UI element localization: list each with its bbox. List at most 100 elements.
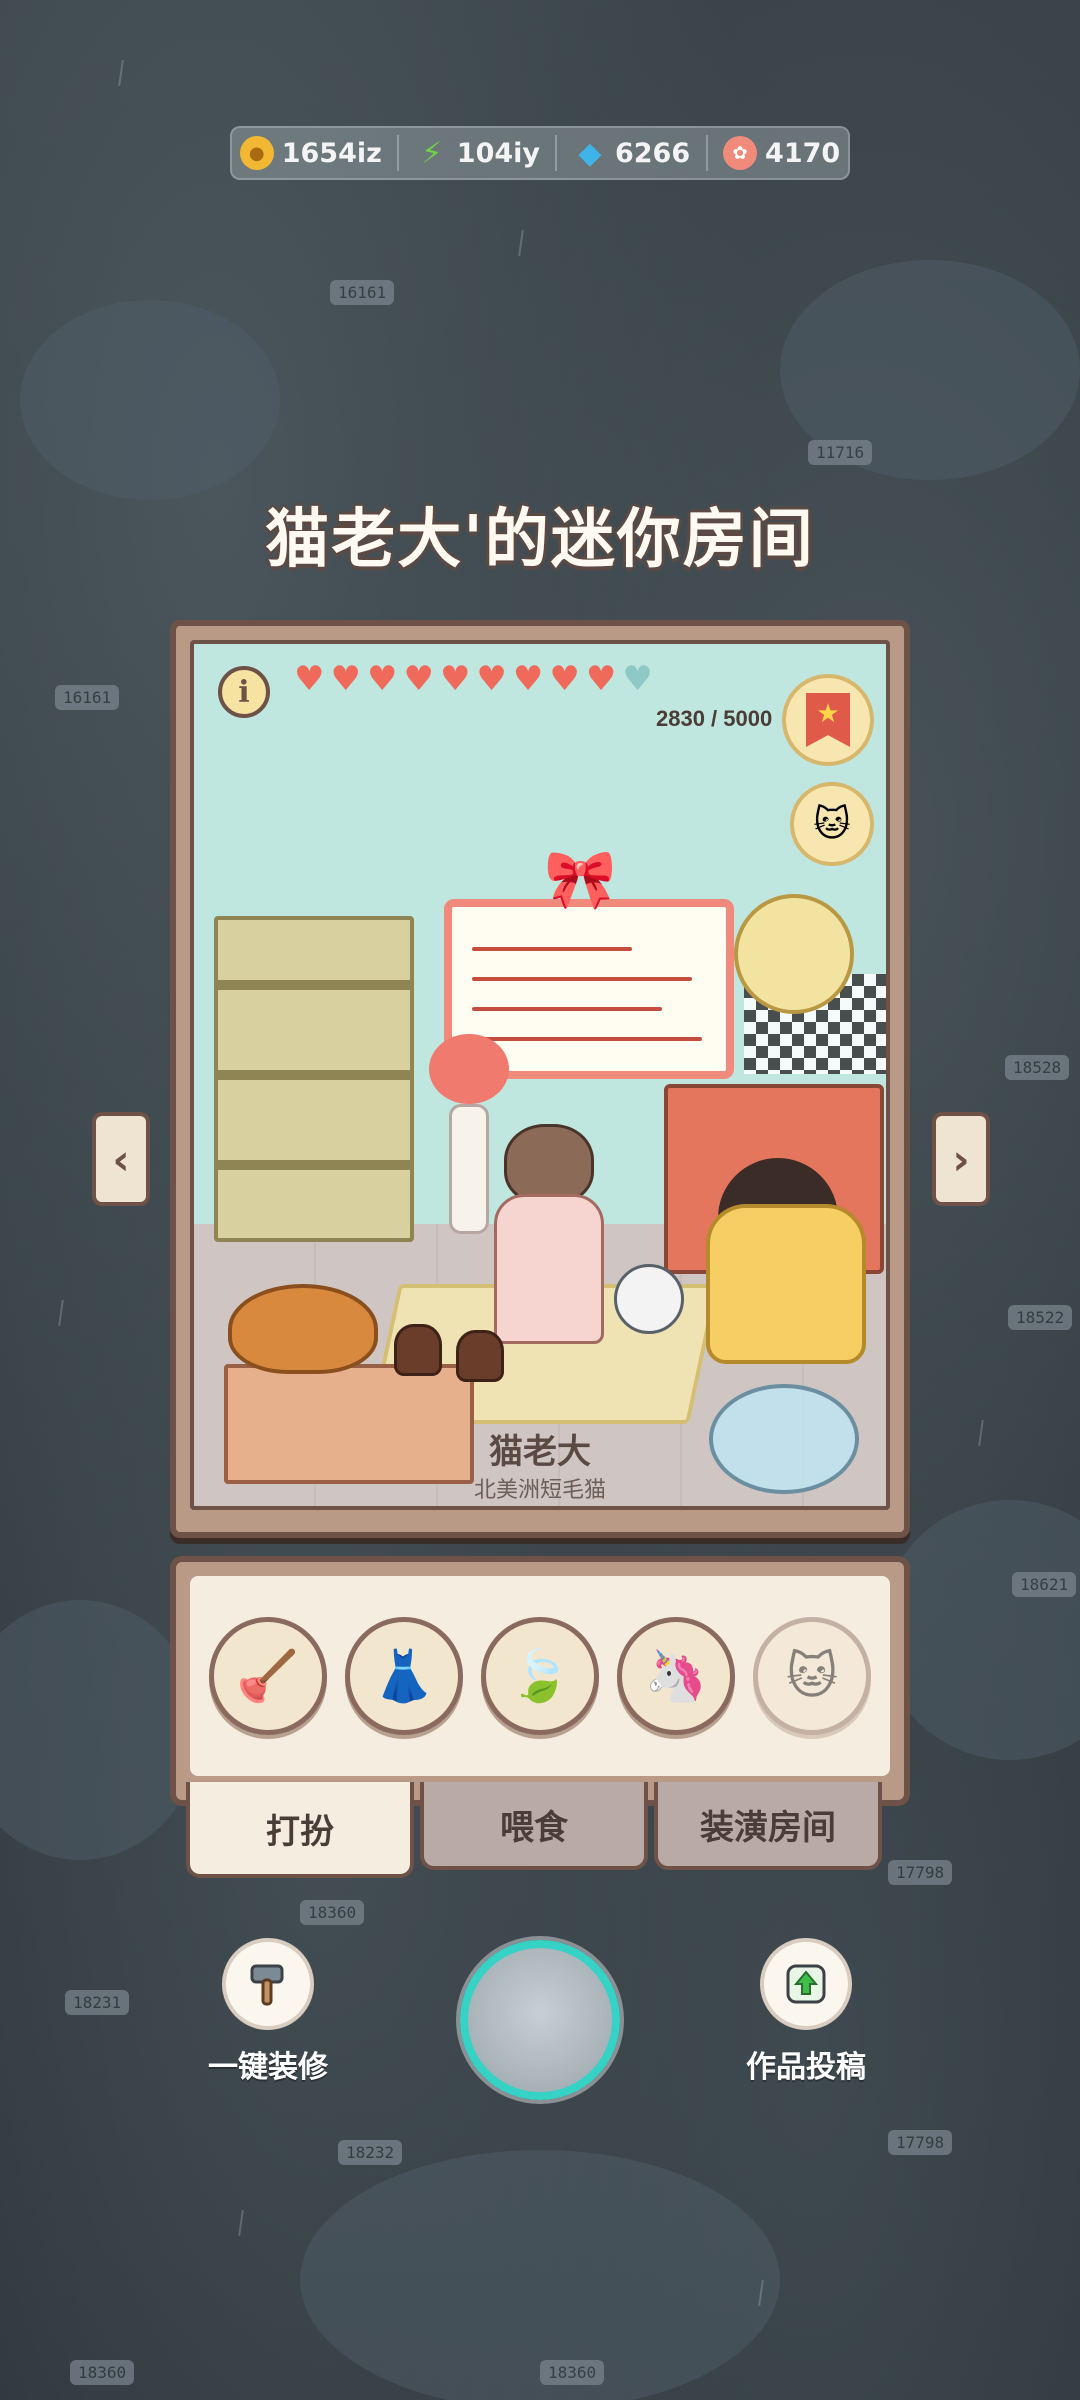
armchair: [706, 1204, 866, 1364]
info-icon: i: [238, 674, 250, 710]
item-slot[interactable]: 👗: [345, 1617, 463, 1735]
shell-value: 4170: [765, 137, 841, 169]
bg-sign: 18621: [1012, 1572, 1077, 1597]
one-click-decorate-button[interactable]: [222, 1938, 314, 2030]
tab-decorate-room[interactable]: 装潢房间: [654, 1782, 882, 1870]
hammer-icon: [250, 1964, 284, 2006]
bow-icon: 🎀: [544, 845, 617, 913]
cat-name: 猫老大: [489, 1432, 591, 1472]
bg-sign: 18232: [338, 2140, 403, 2165]
divider: [555, 135, 558, 171]
heart-icon: ♥: [549, 659, 580, 699]
heart-icon: ♥: [294, 659, 325, 699]
bookmark-star-icon: ★: [806, 693, 850, 747]
next-room-button[interactable]: ›: [932, 1112, 990, 1206]
heart-icon: ♥: [403, 659, 434, 699]
item-slot[interactable]: 🦄: [617, 1617, 735, 1735]
cat-head: [504, 1124, 594, 1204]
currency-coin[interactable]: ● 1654iz: [239, 136, 382, 170]
shell-icon: ✿: [723, 136, 758, 170]
bg-sign: 18360: [540, 2360, 605, 2385]
lightning-icon: ⚡: [421, 135, 443, 171]
heart-icon: ♥: [439, 659, 471, 699]
room-title: 猫老大'的迷你房间: [265, 503, 815, 577]
rose-flower: [429, 1034, 509, 1104]
room-scene[interactable]: 🎀 ♥♥♥♥♥♥♥♥♥♥ i 2830 / 5000 ★ 🐱: [190, 640, 890, 1510]
energy-value: 104iy: [456, 137, 541, 169]
kitchen-shelf: [214, 916, 414, 1242]
heart-icon: ♥: [622, 659, 653, 699]
bookmark-button[interactable]: ★: [782, 674, 874, 766]
cat-character[interactable]: [494, 1124, 604, 1354]
muffin: [394, 1324, 442, 1376]
one-click-decorate-action[interactable]: 一键装修: [208, 1938, 328, 2086]
previous-room-button[interactable]: ‹: [92, 1112, 150, 1206]
vase: [449, 1104, 489, 1234]
bg-sign: 11716: [808, 440, 873, 465]
tab-feed[interactable]: 喂食: [420, 1782, 648, 1870]
currency-shell[interactable]: ✿ 4170: [723, 136, 840, 170]
menu-line: [472, 1007, 662, 1011]
cat-dress: [494, 1194, 604, 1344]
chevron-left-icon: ‹: [112, 1134, 130, 1184]
gem-icon: ◆: [578, 135, 602, 171]
currency-bar: ● 1654iz ⚡ 104iy ◆ 6266 ✿ 4170: [230, 126, 850, 180]
menu-line: [472, 977, 692, 981]
divider: [705, 135, 708, 171]
item-slot[interactable]: 🪠: [209, 1617, 327, 1735]
item-slot[interactable]: 🍃: [481, 1617, 599, 1735]
info-button[interactable]: i: [218, 666, 270, 718]
tab-dress-up[interactable]: 打扮: [186, 1782, 414, 1878]
robot-cat-decor: [614, 1264, 684, 1334]
bg-sign: 18360: [300, 1900, 365, 1925]
leaf-hat-icon: 🍃: [508, 1646, 572, 1705]
progress-text: 2830 / 5000: [656, 706, 773, 731]
heart-icon: ♥: [366, 659, 398, 699]
bg-sign: 16161: [55, 685, 120, 710]
heart-icon: ♥: [476, 659, 507, 699]
roast-turkey: [228, 1284, 378, 1374]
room-frame: 🎀 ♥♥♥♥♥♥♥♥♥♥ i 2830 / 5000 ★ 🐱: [170, 620, 910, 1538]
submit-work-action[interactable]: 作品投稿: [746, 1938, 866, 2086]
heart-icon: ♥: [330, 659, 361, 699]
divider: [397, 135, 400, 171]
item-list: 🪠 👗 🍃 🦄 🐱: [190, 1576, 890, 1776]
coin-value: 1654iz: [281, 137, 382, 169]
gem-value: 6266: [614, 137, 691, 169]
plunger-icon: 🪠: [236, 1646, 300, 1705]
unicorn-plush-icon: 🦄: [644, 1646, 708, 1705]
tab-bar: 打扮 喂食 装潢房间: [186, 1782, 882, 1878]
bg-sign: 18360: [70, 2360, 135, 2385]
bg-sign: 18231: [65, 1990, 130, 2015]
shelf-board: [218, 1070, 410, 1080]
chevron-right-icon: ›: [952, 1134, 970, 1184]
upload-icon: [786, 1964, 826, 2004]
coin-icon: ●: [239, 136, 274, 170]
submit-work-button[interactable]: [760, 1938, 852, 2030]
bg-sign: 17798: [888, 2130, 953, 2155]
cats-icon: 🐱: [813, 803, 851, 845]
affection-hearts: ♥ ♥ ♥ ♥ ♥ ♥ ♥ ♥ ♥ ♥: [294, 662, 653, 696]
currency-gem[interactable]: ◆ 6266: [573, 135, 691, 171]
cats-button[interactable]: 🐱: [790, 782, 874, 866]
shelf-board: [218, 1160, 410, 1170]
menu-line: [472, 947, 632, 951]
bg-sign: 16161: [330, 280, 395, 305]
bg-sign: 17798: [888, 1860, 953, 1885]
bg-bush: [20, 300, 280, 500]
heart-icon: ♥: [512, 659, 544, 699]
item-panel: 🪠 👗 🍃 🦄 🐱: [170, 1556, 910, 1806]
shelf-board: [218, 980, 410, 990]
cat-breed: 北美洲短毛猫: [473, 1478, 606, 1503]
bg-sign: 18528: [1005, 1055, 1070, 1080]
dress-icon: 👗: [372, 1646, 436, 1705]
locked-item-icon: 🐱: [785, 1647, 839, 1705]
currency-energy[interactable]: ⚡ 104iy: [415, 135, 541, 171]
item-slot[interactable]: 🐱: [753, 1617, 871, 1735]
muffin: [456, 1330, 504, 1382]
flower-basket: [734, 894, 854, 1014]
bg-sign: 18522: [1008, 1305, 1073, 1330]
one-click-decorate-label: 一键装修: [208, 2050, 328, 2085]
heart-icon: ♥: [585, 659, 617, 699]
camera-button[interactable]: [460, 1940, 620, 2100]
